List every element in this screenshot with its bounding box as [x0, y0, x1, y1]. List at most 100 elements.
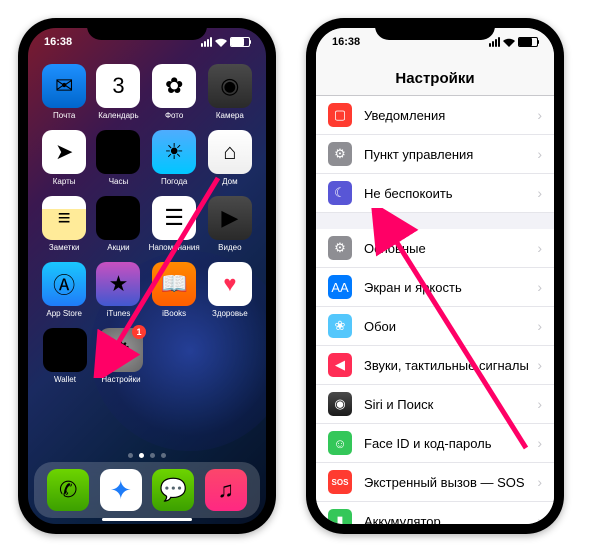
phone-mock-left: 16:38 ✉︎Почта3Календарь✿Фото◉ Камера ➤ Карт… [18, 18, 276, 534]
faceid-row-icon: ☺ [328, 431, 352, 455]
reminders-app[interactable]: ☰ Напоминания [149, 196, 200, 252]
appstore-app-icon: Ⓐ [42, 262, 86, 306]
sounds-row-icon: ◀ [328, 353, 352, 377]
chevron-right-icon: › [537, 185, 542, 201]
battery-row[interactable]: ▮Аккумулятор› [316, 502, 554, 524]
itunes-app[interactable]: ★ iTunes [94, 262, 142, 318]
dock: ✆ ✦💬 ♫ [34, 462, 260, 518]
app-label: Здоровье [212, 309, 248, 318]
setting-label: Siri и Поиск [364, 397, 537, 412]
music-app[interactable]: ♫ [205, 469, 247, 511]
weather-app[interactable]: ☀ Погода [149, 130, 200, 186]
reminders-app-icon: ☰ [152, 196, 196, 240]
status-time: 16:38 [44, 36, 72, 48]
general-row[interactable]: ⚙Основные› [316, 229, 554, 268]
display-row-icon: AA [328, 275, 352, 299]
safari-app[interactable]: ✦ [100, 469, 142, 511]
settings-screen: 16:38 Настройки ▢Уведомления›⚙Пункт упра… [316, 28, 554, 524]
setting-label: Не беспокоить [364, 186, 537, 201]
stocks-app-icon: ≈ [96, 196, 140, 240]
setting-label: Экран и яркость [364, 280, 537, 295]
notch [375, 18, 495, 40]
mail-app[interactable]: ✉︎Почта [40, 64, 88, 120]
camera-app[interactable]: ◉ Камера [206, 64, 254, 120]
ibooks-app[interactable]: 📖iBooks [149, 262, 200, 318]
chevron-right-icon: › [537, 146, 542, 162]
faceid-row[interactable]: ☺Face ID и код-пароль› [316, 424, 554, 463]
wallpaper-row-icon: ❀ [328, 314, 352, 338]
control-center-row-icon: ⚙ [328, 142, 352, 166]
health-app-icon: ♥ [208, 262, 252, 306]
photos-app[interactable]: ✿Фото [149, 64, 200, 120]
phone-mock-right: 16:38 Настройки ▢Уведомления›⚙Пункт упра… [306, 18, 564, 534]
home-screen: 16:38 ✉︎Почта3Календарь✿Фото◉ Камера ➤ Карт… [28, 28, 266, 524]
phone-app[interactable]: ✆ [47, 469, 89, 511]
chevron-right-icon: › [537, 279, 542, 295]
calendar-app-icon: 3 [96, 64, 140, 108]
app-label: Часы [109, 177, 129, 186]
app-label: iBooks [162, 309, 186, 318]
dnd-row[interactable]: ☾ Не беспокоить› [316, 174, 554, 213]
chevron-right-icon: › [537, 357, 542, 373]
weather-app-icon: ☀ [152, 130, 196, 174]
app-label: Настройки [101, 375, 140, 384]
photos-app-icon: ✿ [152, 64, 196, 108]
chevron-right-icon: › [537, 240, 542, 256]
app-label: Карты [53, 177, 76, 186]
appstore-app[interactable]: Ⓐ App Store [40, 262, 88, 318]
app-label: Wallet [54, 375, 76, 384]
app-label: Камера [216, 111, 244, 120]
app-label: Дом [222, 177, 237, 186]
control-center-row[interactable]: ⚙Пункт управления› [316, 135, 554, 174]
setting-label: Экстренный вызов — SOS [364, 475, 537, 490]
app-label: App Store [46, 309, 82, 318]
wallet-app-icon: ▭ [43, 328, 87, 372]
sounds-row[interactable]: ◀ Звуки, тактильные сигналы› [316, 346, 554, 385]
maps-app-icon: ➤ [42, 130, 86, 174]
videos-app-icon: ▶ [208, 196, 252, 240]
app-label: Почта [53, 111, 75, 120]
setting-label: Обои [364, 319, 537, 334]
display-row[interactable]: AA Экран и яркость› [316, 268, 554, 307]
chevron-right-icon: › [537, 107, 542, 123]
videos-app[interactable]: ▶Видео [206, 196, 254, 252]
app-label: Погода [161, 177, 187, 186]
calendar-app[interactable]: 3Календарь [94, 64, 142, 120]
safari-app-icon: ✦ [100, 469, 142, 511]
chevron-right-icon: › [537, 513, 542, 524]
battery-icon [518, 37, 538, 47]
setting-label: Аккумулятор [364, 514, 537, 525]
siri-row[interactable]: ◉ Siri и Поиск› [316, 385, 554, 424]
wallet-app[interactable]: ▭ Wallet [40, 328, 90, 384]
stocks-app[interactable]: ≈ Акции [94, 196, 142, 252]
sos-row[interactable]: SOSЭкстренный вызов — SOS› [316, 463, 554, 502]
maps-app[interactable]: ➤ Карты [40, 130, 88, 186]
wifi-icon [215, 38, 227, 47]
status-time: 16:38 [332, 36, 360, 48]
settings-list[interactable]: ▢Уведомления›⚙Пункт управления› ☾ Не беспо… [316, 96, 554, 524]
setting-label: Уведомления [364, 108, 537, 123]
notch [87, 18, 207, 40]
setting-label: Face ID и код-пароль [364, 436, 537, 451]
clock-app[interactable]: ◷Часы [94, 130, 142, 186]
notifications-row[interactable]: ▢Уведомления› [316, 96, 554, 135]
siri-row-icon: ◉ [328, 392, 352, 416]
itunes-app-icon: ★ [96, 262, 140, 306]
notes-app[interactable]: ≡Заметки [40, 196, 88, 252]
camera-app-icon: ◉ [208, 64, 252, 108]
app-label: iTunes [107, 309, 131, 318]
setting-label: Основные [364, 241, 537, 256]
settings-app[interactable]: ⚙1 Настройки [96, 328, 146, 384]
dnd-row-icon: ☾ [328, 181, 352, 205]
settings-app-icon: ⚙1 [99, 328, 143, 372]
setting-label: Звуки, тактильные сигналы [364, 358, 537, 373]
app-label: Напоминания [149, 243, 200, 252]
home-indicator[interactable] [102, 518, 192, 521]
page-dots[interactable] [28, 453, 266, 458]
messages-app[interactable]: 💬 [152, 469, 194, 511]
wallpaper-row[interactable]: ❀Обои› [316, 307, 554, 346]
chevron-right-icon: › [537, 396, 542, 412]
health-app[interactable]: ♥ Здоровье [206, 262, 254, 318]
home-app[interactable]: ⌂Дом [206, 130, 254, 186]
app-label: Акции [107, 243, 129, 252]
